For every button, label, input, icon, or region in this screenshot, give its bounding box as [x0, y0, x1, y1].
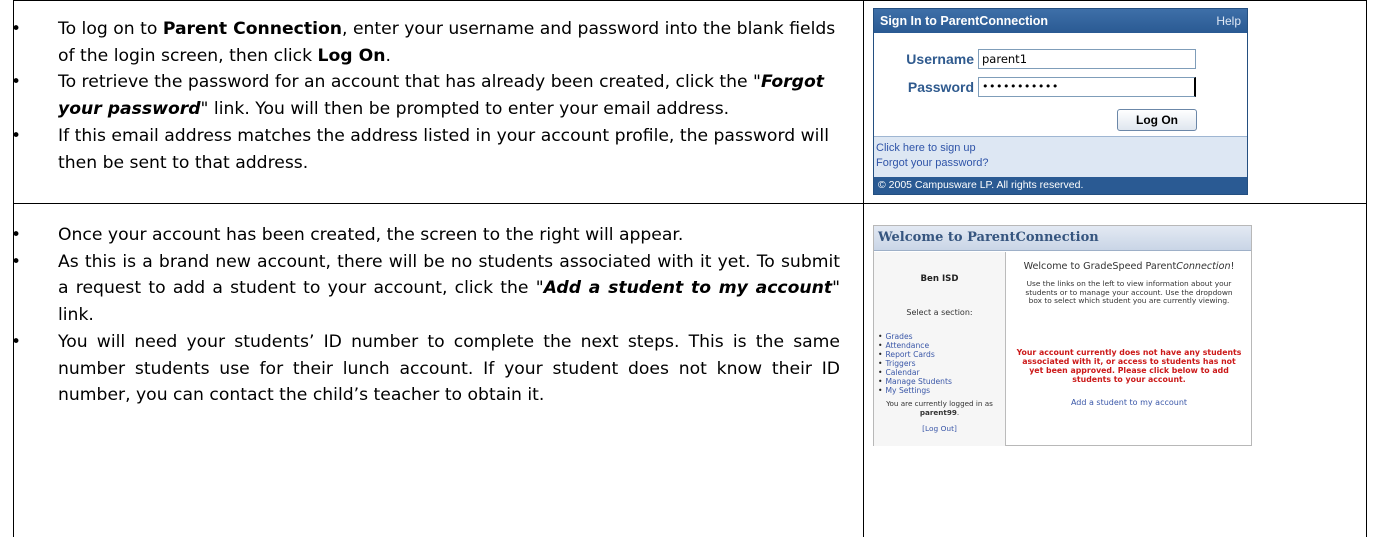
menu-item-triggers[interactable]: Triggers — [878, 359, 952, 368]
bullet-item: • Once your account has been created, the… — [11, 222, 840, 249]
welcome-screenshot: Welcome to ParentConnection Ben ISD Sele… — [873, 225, 1252, 446]
menu-item-manage-students[interactable]: Manage Students — [878, 377, 951, 386]
bullet-item: • If this email address matches the addre… — [11, 123, 840, 176]
bullet-icon: • — [11, 19, 22, 39]
login-instructions: • To log on to Parent Connection, enter y… — [0, 16, 858, 176]
bold-italic-term: Forgot your password — [58, 72, 824, 120]
section-menu: GradesAttendanceReport CardsTriggersCale… — [878, 332, 952, 395]
welcome-instructions: • Once your account has been created, the… — [0, 222, 858, 409]
help-link[interactable]: Help — [1216, 14, 1241, 28]
bold-term: Parent Connection — [162, 19, 343, 39]
login-title: Sign In to ParentConnection — [880, 14, 1049, 28]
login-links: Click here to sign up Forgot your passwo… — [874, 136, 1247, 178]
menu-item-my-settings[interactable]: My Settings — [878, 386, 952, 395]
table-border-middle — [863, 0, 864, 537]
menu-item-attendance[interactable]: Attendance — [878, 341, 952, 350]
welcome-sidebar: Ben ISD Select a section: GradesAttendan… — [874, 252, 1006, 446]
table-border-right — [1366, 0, 1367, 537]
bullet-item: • To log on to Parent Connection, enter y… — [11, 16, 840, 69]
login-form: Username parent1 Password ••••••••••• Lo… — [874, 33, 1247, 136]
login-screenshot: Sign In to ParentConnection Help Usernam… — [873, 8, 1248, 195]
logged-in-status: You are currently logged in as parent99. — [886, 399, 993, 417]
table-border-top — [13, 0, 1367, 1]
no-students-warning: Your account currently does not have any… — [1016, 348, 1242, 384]
bold-term: Log On — [317, 45, 386, 66]
add-student-link[interactable]: Add a student to my account — [1007, 398, 1251, 407]
password-input[interactable]: ••••••••••• — [978, 77, 1196, 97]
password-label: Password — [907, 79, 974, 95]
login-header: Sign In to ParentConnection Help — [874, 9, 1247, 33]
bullet-item: • To retrieve the password for an account… — [11, 69, 840, 122]
logged-in-user: parent99 — [919, 408, 957, 417]
table-row-divider — [13, 203, 1367, 204]
select-section-label: Select a section: — [906, 308, 973, 317]
welcome-title-text: Welcome to GradeSpeed Parent — [1023, 261, 1177, 272]
forgot-password-link[interactable]: Forgot your password? — [876, 156, 1245, 171]
welcome-title-italic: Connection — [1176, 261, 1231, 272]
bullet-icon: • — [11, 225, 22, 245]
bullet-item: • You will need your students’ ID number … — [11, 329, 840, 409]
username-row: Username parent1 — [874, 49, 1196, 69]
menu-item-grades[interactable]: Grades — [878, 332, 952, 341]
log-on-button[interactable]: Log On — [1117, 109, 1197, 131]
bullet-icon: • — [11, 251, 22, 272]
welcome-intro: Use the links on the left to view inform… — [1025, 279, 1233, 306]
login-copyright: © 2005 Campusware LP. All rights reserve… — [874, 177, 1247, 194]
welcome-main: Welcome to GradeSpeed ParentConnection! … — [1007, 252, 1251, 446]
bullet-item: • As this is a brand new account, there w… — [11, 249, 840, 329]
menu-item-report-cards[interactable]: Report Cards — [878, 350, 952, 359]
welcome-title: Welcome to GradeSpeed ParentConnection! — [1007, 261, 1251, 272]
username-input[interactable]: parent1 — [978, 49, 1196, 69]
bullet-icon: • — [11, 125, 22, 146]
signup-link[interactable]: Click here to sign up — [876, 141, 1245, 156]
district-name: Ben ISD — [920, 274, 959, 284]
username-label: Username — [906, 51, 974, 67]
logged-in-text: You are currently logged in as — [886, 399, 993, 408]
welcome-title-suffix: ! — [1230, 261, 1235, 272]
bullet-icon: • — [11, 331, 22, 352]
password-row: Password ••••••••••• — [874, 77, 1196, 97]
logout-link[interactable]: [Log Out] — [874, 424, 1005, 433]
menu-item-calendar[interactable]: Calendar — [878, 368, 952, 377]
welcome-header: Welcome to ParentConnection — [874, 226, 1251, 251]
bold-italic-term: Add a student to my account — [543, 278, 833, 299]
bullet-icon: • — [11, 72, 22, 93]
